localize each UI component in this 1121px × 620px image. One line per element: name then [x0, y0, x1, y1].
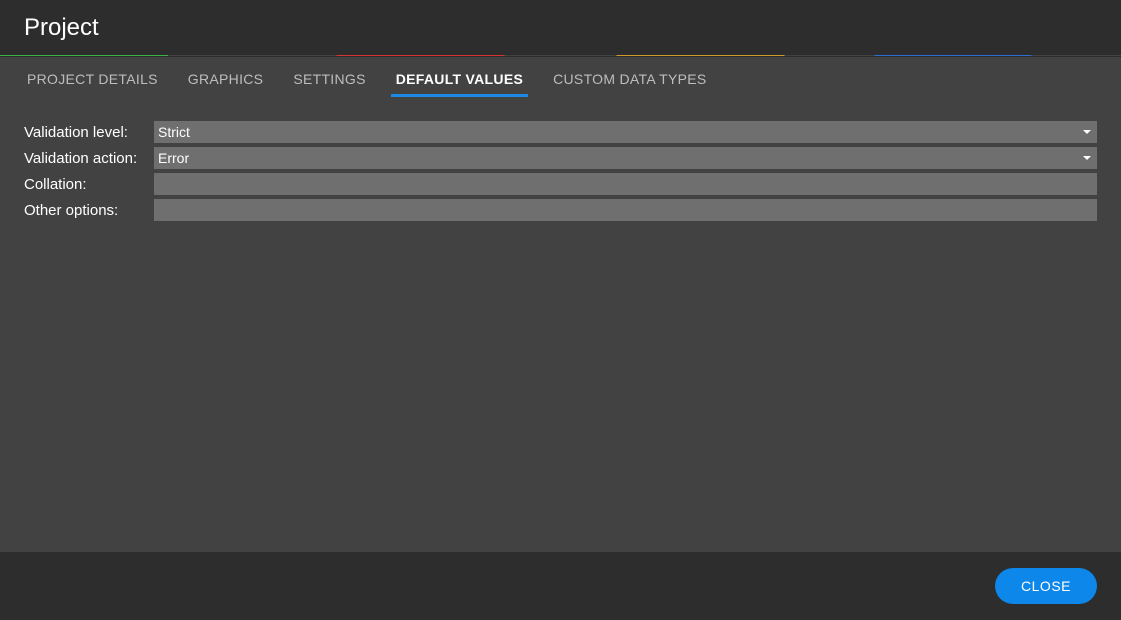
collation-label: Collation: — [24, 176, 154, 193]
collation-input[interactable] — [154, 173, 1097, 195]
collation-field-wrap — [154, 173, 1097, 195]
validation-level-label: Validation level: — [24, 124, 154, 141]
tab-content: Validation level: Strict Validation acti… — [0, 99, 1121, 552]
validation-level-select[interactable]: Strict — [154, 121, 1097, 143]
validation-level-field[interactable]: Strict — [154, 121, 1097, 143]
dialog-footer: CLOSE — [0, 552, 1121, 620]
close-button[interactable]: CLOSE — [995, 568, 1097, 604]
dialog-title: Project — [24, 14, 1097, 42]
project-dialog: Project PROJECT DETAILS GRAPHICS SETTING… — [0, 0, 1121, 620]
dialog-header: Project — [0, 0, 1121, 57]
tab-graphics[interactable]: GRAPHICS — [173, 57, 279, 99]
header-accent-line — [0, 55, 1121, 56]
validation-action-select[interactable]: Error — [154, 147, 1097, 169]
other-options-label: Other options: — [24, 202, 154, 219]
validation-action-row: Validation action: Error — [24, 147, 1097, 169]
validation-action-label: Validation action: — [24, 150, 154, 167]
collation-row: Collation: — [24, 173, 1097, 195]
tab-settings[interactable]: SETTINGS — [278, 57, 380, 99]
other-options-input[interactable] — [154, 199, 1097, 221]
validation-level-row: Validation level: Strict — [24, 121, 1097, 143]
validation-action-field[interactable]: Error — [154, 147, 1097, 169]
other-options-row: Other options: — [24, 199, 1097, 221]
tab-custom-data-types[interactable]: CUSTOM DATA TYPES — [538, 57, 721, 99]
tab-bar: PROJECT DETAILS GRAPHICS SETTINGS DEFAUL… — [0, 57, 1121, 99]
tab-project-details[interactable]: PROJECT DETAILS — [12, 57, 173, 99]
tab-default-values[interactable]: DEFAULT VALUES — [381, 57, 538, 99]
other-options-field-wrap — [154, 199, 1097, 221]
